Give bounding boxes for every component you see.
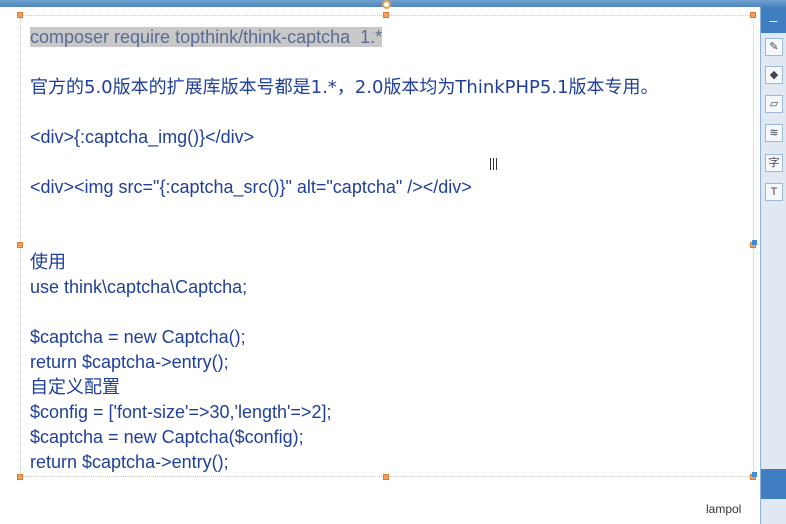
resize-handle-top-left[interactable] (17, 12, 23, 18)
text-content[interactable]: composer require topthink/think-captcha … (30, 25, 750, 475)
sidebar-bottom-strip (761, 469, 786, 499)
fill-color-icon[interactable]: ◆ (765, 66, 783, 84)
text-line: 使用 (30, 252, 66, 273)
text-line (30, 50, 750, 75)
resize-handle-bottom-left[interactable] (17, 474, 23, 480)
text-line: $config = ['font-size'=>30,'length'=>2]; (30, 402, 332, 422)
text-line (30, 300, 750, 325)
text-line: $captcha = new Captcha($config); (30, 427, 304, 447)
text-line: <div><img src="{:captcha_src()}" alt="ca… (30, 177, 472, 197)
text-line (30, 200, 750, 225)
resize-handle-left[interactable] (17, 242, 23, 248)
text-line: <div>{:captcha_img()}</div> (30, 127, 255, 147)
window-top-bar (0, 0, 786, 7)
edge-marker (752, 240, 757, 245)
text-line-highlighted: composer require topthink/think-captcha … (30, 27, 383, 47)
edge-marker (752, 472, 757, 477)
slide-canvas[interactable]: composer require topthink/think-captcha … (0, 7, 760, 524)
edit-shape-icon[interactable]: ✎ (765, 38, 783, 56)
text-line: return $captcha->entry(); (30, 352, 229, 372)
text-line: $captcha = new Captcha(); (30, 327, 246, 347)
text-line (30, 150, 750, 175)
rotate-handle[interactable] (382, 0, 391, 9)
layers-icon[interactable]: ≋ (765, 124, 783, 142)
text-line: 官方的5.0版本的扩展库版本号都是1.*，2.0版本均为ThinkPHP5.1版… (30, 77, 659, 98)
text-style-icon[interactable]: 字 (765, 154, 783, 172)
text-line (30, 100, 750, 125)
resize-handle-top-right[interactable] (750, 12, 756, 18)
resize-handle-top[interactable] (383, 12, 389, 18)
text-line (30, 225, 750, 250)
collapse-icon[interactable]: – (761, 7, 786, 33)
text-line: 自定义配置 (30, 377, 120, 398)
text-line: use think\captcha\Captcha; (30, 277, 248, 297)
line-color-icon[interactable]: ▱ (765, 95, 783, 113)
text-line: return $captcha->entry(); (30, 452, 229, 472)
footer-author: lampol (706, 502, 742, 516)
text-cursor-icon (490, 158, 497, 170)
text-box-icon[interactable]: T (765, 183, 783, 201)
format-sidebar: – ✎ ◆ ▱ ≋ 字 T (760, 7, 786, 524)
